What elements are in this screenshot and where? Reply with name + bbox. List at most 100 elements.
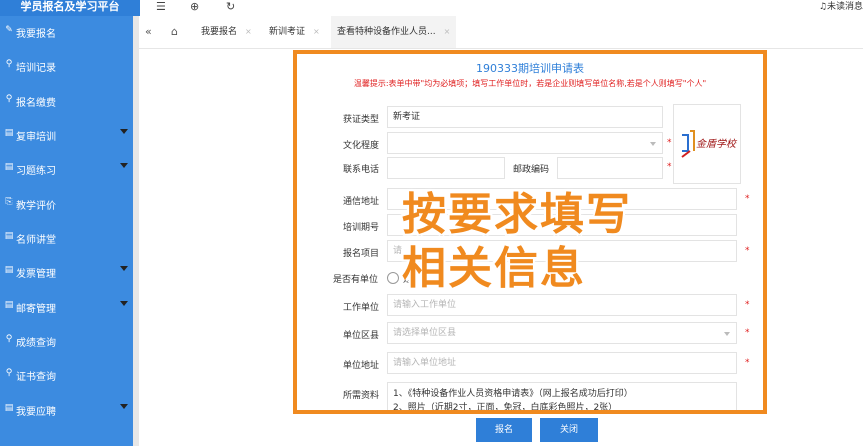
sidebar-item-label: 名师讲堂 (16, 235, 56, 246)
chevron-down-icon (120, 266, 128, 271)
sidebar-item-exercises[interactable]: ▤ 习题练习 (0, 153, 133, 183)
sidebar-item-label: 发票管理 (16, 269, 56, 280)
app-brand: 学员报名及学习平台 (0, 0, 140, 16)
required-mark: * (745, 300, 750, 310)
sidebar-item-label: 我要报名 (16, 29, 56, 40)
form-title: 190333期培训申请表 (476, 62, 584, 75)
postcode-field[interactable] (557, 157, 663, 179)
sidebar-item-review-training[interactable]: ▤ 复审培训 (0, 119, 133, 149)
close-icon[interactable]: × (313, 27, 320, 36)
unread-label: 未读消息 (826, 2, 863, 12)
tab-label: 查看特种设备作业人员... (337, 27, 436, 37)
sidebar-item-jobs[interactable]: ▤ 我要应聘 (0, 394, 133, 424)
sidebar-item-payment[interactable]: ⚲ 报名缴费 (0, 85, 133, 115)
clipboard-icon: ⎘ (5, 197, 13, 207)
document-icon: ▤ (4, 265, 14, 275)
sidebar-item-scores[interactable]: ⚲ 成绩查询 (0, 325, 133, 355)
required-mark: * (745, 246, 750, 256)
school-logo-icon: 金盾学校 (681, 130, 738, 158)
document-icon: ▤ (4, 403, 14, 413)
back-icon[interactable]: « (145, 25, 152, 38)
chevron-down-icon (650, 142, 656, 146)
unit-addr-label: 单位地址 (343, 361, 380, 371)
menu-icon[interactable]: ☰ (156, 0, 166, 14)
close-icon[interactable]: × (444, 27, 451, 36)
form-warning: 温馨提示:表单中带"均为必填项；填写工作单位时，若是企业则填写单位名称,若是个人… (353, 79, 707, 88)
has-unit-radio[interactable] (387, 272, 399, 284)
svg-text:金盾学校: 金盾学校 (696, 138, 738, 150)
required-mark: * (745, 328, 750, 338)
materials-box: 1、《特种设备作业人员资格申请表》（网上报名成功后打印） 2、照片（近期2寸，正… (387, 382, 737, 413)
unit-area-select[interactable]: 请选择单位区县 (387, 322, 737, 344)
education-label: 文化程度 (343, 141, 380, 151)
cert-type-label: 获证类型 (343, 115, 380, 125)
unit-area-placeholder: 请选择单位区县 (393, 328, 457, 338)
refresh-icon[interactable]: ↻ (226, 0, 235, 14)
tab-label: 新训考证 (269, 27, 306, 37)
materials-line-1: 1、《特种设备作业人员资格申请表》（网上报名成功后打印） (393, 389, 633, 399)
overlay-instruction-line-2: 相关信息 (402, 243, 586, 294)
close-icon[interactable]: × (245, 27, 252, 36)
document-icon: ▤ (4, 300, 14, 310)
required-mark: * (745, 358, 750, 368)
project-label: 报名项目 (343, 249, 380, 259)
sidebar-item-label: 证书查询 (16, 372, 56, 383)
work-unit-field[interactable]: 请输入工作单位 (387, 294, 737, 316)
tab-label: 我要报名 (201, 27, 238, 37)
sidebar-item-label: 我要应聘 (16, 407, 56, 418)
document-icon: ▤ (4, 128, 14, 138)
home-icon[interactable]: ⌂ (171, 25, 178, 38)
sidebar-item-signup[interactable]: ✎ 我要报名 (0, 16, 133, 46)
globe-icon[interactable]: ⊕ (190, 0, 199, 14)
chevron-down-icon (120, 129, 128, 134)
education-select[interactable] (387, 132, 663, 154)
materials-label: 所需资料 (343, 391, 380, 401)
tab-new-cert[interactable]: 新训考证 × (263, 16, 326, 48)
phone-label: 联系电话 (343, 165, 380, 175)
phone-field[interactable] (387, 157, 505, 179)
postcode-label: 邮政编码 (513, 165, 550, 175)
required-mark: * (745, 194, 750, 204)
sidebar-item-label: 复审培训 (16, 132, 56, 143)
required-mark: * (667, 162, 672, 172)
chevron-down-icon (120, 301, 128, 306)
search-icon: ⚲ (5, 94, 13, 104)
chevron-down-icon (120, 404, 128, 409)
photo-frame: 金盾学校 (673, 104, 741, 184)
submit-button[interactable]: 报名 (476, 418, 532, 442)
sidebar-item-mailing[interactable]: ▤ 邮寄管理 (0, 291, 133, 321)
document-icon: ▤ (4, 231, 14, 241)
top-bar: 学员报名及学习平台 ☰ ⊕ ↻ ♫未读消息 (0, 0, 863, 16)
tab-view-application[interactable]: 查看特种设备作业人员... × (331, 16, 457, 48)
unit-addr-field[interactable]: 请输入单位地址 (387, 352, 737, 374)
sidebar-item-lectures[interactable]: ▤ 名师讲堂 (0, 222, 133, 252)
tab-bar: « ⌂ 我要报名 × 新训考证 × 查看特种设备作业人员... × (139, 16, 863, 49)
close-button[interactable]: 关闭 (540, 418, 598, 442)
unit-area-label: 单位区县 (343, 331, 380, 341)
sidebar-item-certificates[interactable]: ⚲ 证书查询 (0, 359, 133, 389)
tab-signup[interactable]: 我要报名 × (195, 16, 258, 48)
search-icon: ⚲ (5, 334, 13, 344)
sidebar-item-evaluation[interactable]: ⎘ 教学评价 (0, 188, 133, 218)
unread-messages[interactable]: ♫未读消息 (819, 0, 863, 14)
sidebar-item-label: 培训记录 (16, 63, 56, 74)
sidebar-item-training-records[interactable]: ⚲ 培训记录 (0, 50, 133, 80)
sidebar-item-invoices[interactable]: ▤ 发票管理 (0, 256, 133, 286)
search-icon: ⚲ (5, 59, 13, 69)
sidebar-item-label: 报名缴费 (16, 98, 56, 109)
sidebar-item-label: 习题练习 (16, 166, 56, 177)
training-no-label: 培训期号 (343, 223, 380, 233)
required-mark: * (667, 138, 672, 148)
chevron-down-icon (724, 332, 730, 336)
has-unit-label: 是否有单位 (333, 275, 379, 285)
address-label: 通信地址 (343, 197, 380, 207)
sidebar-item-label: 成绩查询 (16, 338, 56, 349)
pencil-icon: ✎ (5, 25, 13, 35)
work-unit-label: 工作单位 (343, 303, 380, 313)
sidebar-scrollbar[interactable] (133, 16, 139, 446)
bell-icon: ♫ (818, 2, 827, 12)
chevron-down-icon (120, 163, 128, 168)
search-icon: ⚲ (5, 368, 13, 378)
cert-type-field[interactable]: 新考证 (387, 106, 663, 128)
materials-line-2: 2、照片（近期2寸，正面，免冠，白底彩色照片，2张） (393, 403, 618, 413)
